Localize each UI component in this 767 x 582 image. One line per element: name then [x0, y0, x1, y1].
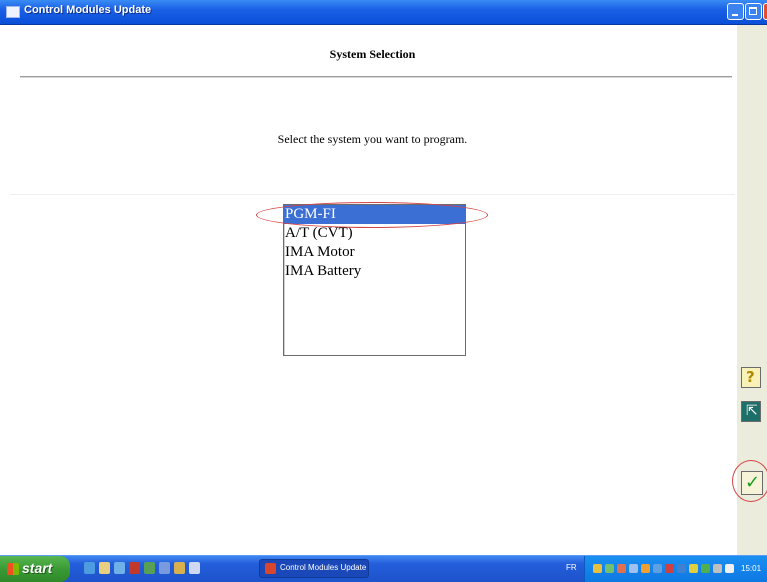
window-title: Control Modules Update — [24, 4, 152, 16]
tray-icon-12[interactable] — [725, 564, 734, 573]
list-item-pgm-fi[interactable]: PGM-FI — [284, 205, 465, 224]
quicklaunch-app-icon[interactable] — [159, 562, 170, 574]
quicklaunch-explorer-icon[interactable] — [114, 562, 125, 574]
quicklaunch-network-icon[interactable] — [144, 562, 155, 574]
maximize-button[interactable] — [745, 3, 762, 20]
tray-icon-3[interactable] — [617, 564, 626, 573]
tray-icon-11[interactable] — [713, 564, 722, 573]
header-divider — [20, 76, 732, 77]
tray-icon-8[interactable] — [677, 564, 686, 573]
quicklaunch-media-icon[interactable] — [129, 562, 140, 574]
tray-icon-4[interactable] — [629, 564, 638, 573]
main-content: System Selection Select the system you w… — [10, 25, 735, 555]
ok-button[interactable]: ✓ — [741, 471, 763, 495]
quicklaunch-settings-icon[interactable] — [189, 562, 200, 574]
page-title: System Selection — [329, 47, 416, 61]
start-label: start — [22, 560, 53, 576]
list-item-at-cvt[interactable]: A/T (CVT) — [284, 224, 465, 243]
section-separator — [10, 194, 735, 195]
quicklaunch-tool-icon[interactable] — [174, 562, 185, 574]
tray-icon-6[interactable] — [653, 564, 662, 573]
tray-icon-9[interactable] — [689, 564, 698, 573]
tray-icon-5[interactable] — [641, 564, 650, 573]
quicklaunch-browser-icon[interactable] — [99, 562, 110, 574]
system-tray — [584, 556, 767, 582]
start-button[interactable]: start — [0, 556, 70, 582]
minimize-button[interactable] — [727, 3, 744, 20]
taskbar: start Control Modules Update FR 15:01 — [0, 555, 767, 582]
list-item-ima-motor[interactable]: IMA Motor — [284, 243, 465, 262]
list-item-ima-battery[interactable]: IMA Battery — [284, 262, 465, 281]
system-listbox[interactable]: PGM-FI A/T (CVT) IMA Motor IMA Battery — [283, 204, 466, 356]
close-button[interactable] — [763, 3, 767, 20]
tray-icon-10[interactable] — [701, 564, 710, 573]
task-app-icon — [265, 563, 276, 574]
clock[interactable]: 15:01 — [741, 564, 761, 573]
tray-icon-2[interactable] — [605, 564, 614, 573]
exit-button[interactable]: ⇱ — [741, 401, 761, 422]
tray-icon-7[interactable] — [665, 564, 674, 573]
instruction-text: Select the system you want to program. — [277, 132, 468, 146]
language-indicator[interactable]: FR — [566, 563, 577, 572]
header-section: System Selection Select the system you w… — [10, 25, 735, 195]
window-titlebar[interactable]: Control Modules Update — [0, 0, 767, 25]
exit-door-icon: ⇱ — [746, 403, 758, 419]
quicklaunch-ie-icon[interactable] — [84, 562, 95, 574]
windows-logo-icon — [7, 563, 19, 575]
checkmark-icon: ✓ — [745, 472, 761, 493]
app-window-icon — [6, 6, 20, 18]
taskbar-item-control-modules-update[interactable]: Control Modules Update — [259, 559, 369, 578]
tray-icon-1[interactable] — [593, 564, 602, 573]
question-help-icon: ? — [746, 368, 755, 386]
help-button[interactable]: ? — [741, 367, 761, 388]
task-label: Control Modules Update — [280, 563, 367, 572]
